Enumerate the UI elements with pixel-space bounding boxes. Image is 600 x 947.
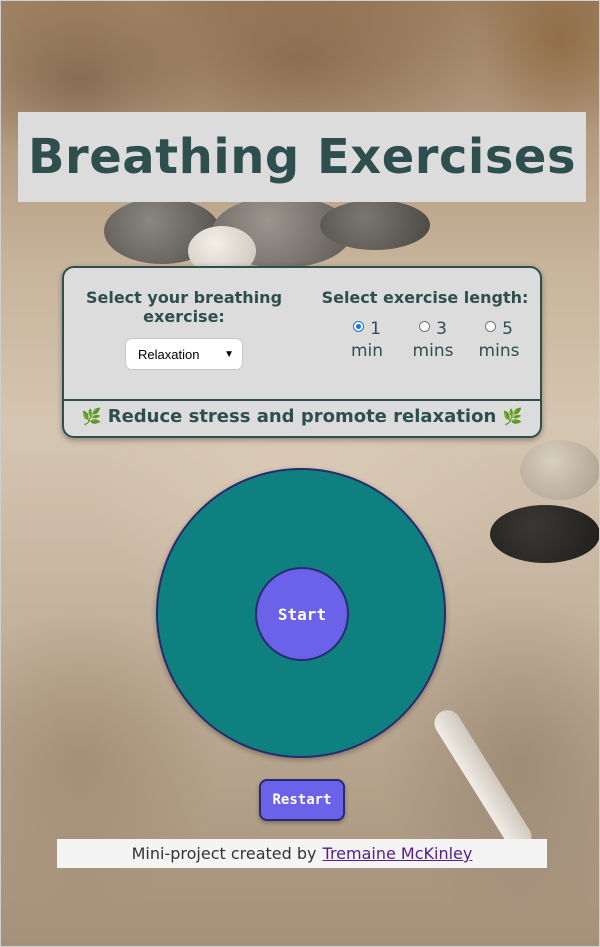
length-label: Select exercise length:	[321, 288, 529, 307]
start-button[interactable]: Start	[255, 567, 349, 661]
stone-decoration	[520, 440, 600, 500]
length-radio-group: Select exercise length: 1 min 3 mins 5 m…	[320, 288, 530, 362]
radio-option-3-mins[interactable]: 3 mins	[402, 318, 464, 362]
stone-decoration	[320, 200, 430, 250]
panel-divider	[64, 399, 540, 401]
radio-option-1-min[interactable]: 1 min	[336, 318, 398, 362]
exercise-select-value: Relaxation	[138, 346, 200, 362]
radio-button[interactable]	[485, 321, 497, 332]
exercise-select-group: Select your breathing exercise: Relaxati…	[78, 288, 290, 370]
exercise-description: 🌿 Reduce stress and promote relaxation 🌿	[64, 406, 540, 427]
title-banner: Breathing Exercises	[18, 112, 586, 202]
chevron-down-icon: ▼	[224, 348, 234, 360]
tagline-text: Reduce stress and promote relaxation	[107, 406, 497, 427]
exercise-label: Select your breathing exercise:	[85, 288, 283, 326]
page-title: Breathing Exercises	[27, 129, 577, 185]
leaf-icon: 🌿	[502, 407, 523, 426]
radio-option-5-mins[interactable]: 5 mins	[468, 318, 530, 362]
settings-panel: Select your breathing exercise: Relaxati…	[62, 266, 542, 438]
stone-decoration	[490, 505, 600, 563]
radio-button[interactable]	[353, 321, 365, 332]
exercise-select[interactable]: Relaxation ▼	[125, 338, 243, 370]
restart-button[interactable]: Restart	[259, 779, 345, 821]
footer: Mini-project created by Tremaine McKinle…	[57, 839, 547, 868]
rake-stick-decoration	[429, 705, 537, 855]
radio-button[interactable]	[419, 321, 431, 332]
length-options: 1 min 3 mins 5 mins	[320, 318, 530, 362]
leaf-icon: 🌿	[81, 407, 102, 426]
author-link[interactable]: Tremaine McKinley	[323, 844, 473, 863]
footer-text: Mini-project created by	[131, 844, 317, 863]
